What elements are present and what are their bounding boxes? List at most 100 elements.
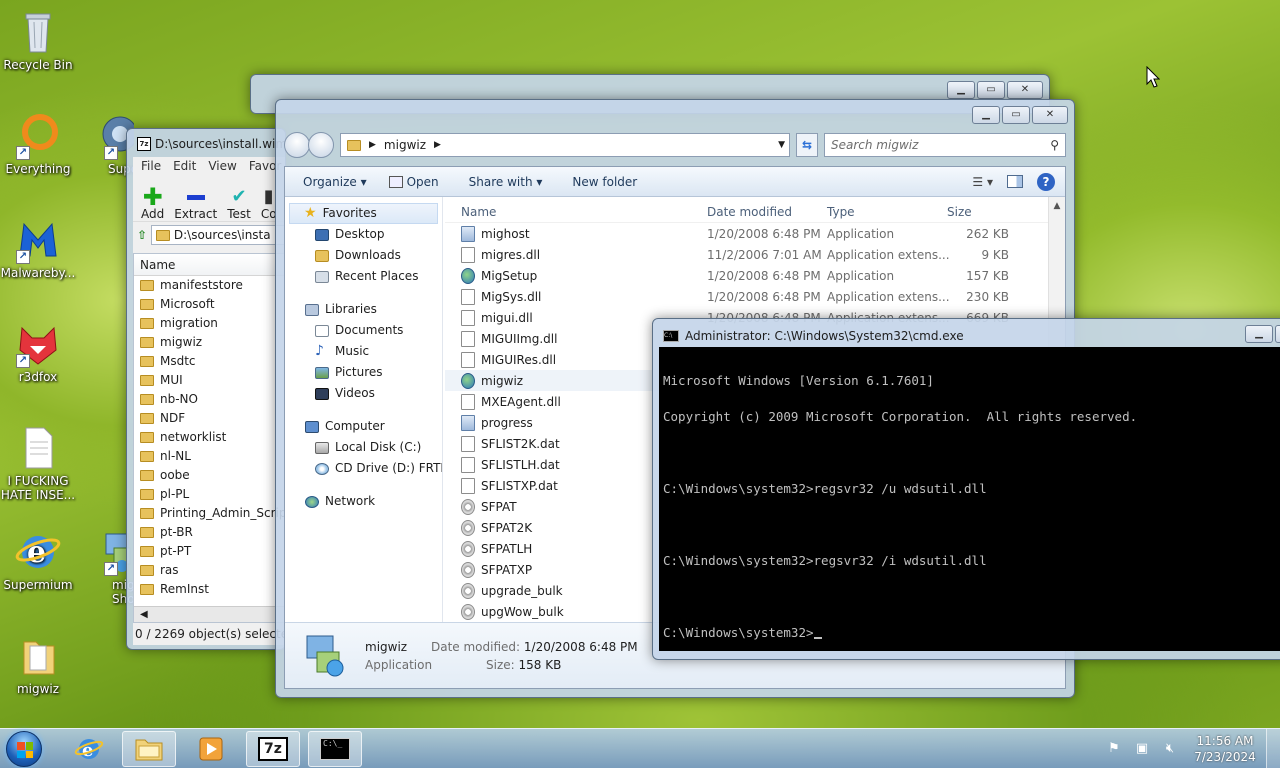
breadcrumb-arrow-icon[interactable]: ▶ <box>369 140 376 150</box>
taskbar-7zip[interactable]: 7z <box>246 731 300 767</box>
desktop-icon-supermium[interactable]: e Supermium <box>0 528 76 592</box>
desktop-icon-r3dfox[interactable]: ↗ r3dfox <box>0 320 76 384</box>
table-row[interactable]: MigSys.dll 1/20/2008 6:48 PM Application e… <box>445 286 1065 307</box>
volume-muted-icon[interactable]: 🔇︎ <box>1162 741 1178 757</box>
minimize-button[interactable]: ▁ <box>947 81 975 99</box>
nav-videos[interactable]: Videos <box>285 383 442 404</box>
list-item[interactable]: Msdtc <box>134 352 284 371</box>
table-row[interactable]: mighost 1/20/2008 6:48 PM Application 262 K… <box>445 223 1065 244</box>
maximize-button[interactable]: ▭ <box>1002 106 1030 124</box>
minimize-button[interactable]: ▁ <box>1245 325 1273 343</box>
list-item[interactable]: pt-BR <box>134 523 284 542</box>
list-item[interactable]: NDF <box>134 409 284 428</box>
table-row[interactable]: migres.dll 11/2/2006 7:01 AM Application e… <box>445 244 1065 265</box>
add-button[interactable]: ✚ Add <box>141 185 164 221</box>
nav-recent-places[interactable]: Recent Places <box>285 266 442 287</box>
folder-icon <box>347 139 361 151</box>
nav-favorites[interactable]: ★ Favorites <box>289 203 438 224</box>
network-icon[interactable]: ▣ <box>1134 741 1150 757</box>
nav-network[interactable]: Network <box>285 491 442 512</box>
address-bar[interactable]: ▶ migwiz ▶ ▼ <box>340 133 790 157</box>
up-folder-icon[interactable]: ⇧ <box>137 228 147 242</box>
desktop-icon-everything[interactable]: ↗ Everything <box>0 112 76 176</box>
file-type: Application <box>827 268 895 283</box>
menu-edit[interactable]: Edit <box>173 159 196 173</box>
breadcrumb-migwiz[interactable]: migwiz <box>384 138 426 152</box>
desktop-icon-text-file[interactable]: I FUCKING HATE INSE... <box>0 424 76 502</box>
breadcrumb-arrow-icon[interactable]: ▶ <box>434 140 441 150</box>
desktop-icon-recycle-bin[interactable]: Recycle Bin <box>0 8 76 72</box>
refresh-button[interactable]: ⇆ <box>796 133 818 157</box>
list-item[interactable]: pt-PT <box>134 542 284 561</box>
close-button[interactable]: ✕ <box>1007 81 1043 99</box>
shortcut-arrow-icon: ↗ <box>16 250 30 264</box>
list-item[interactable]: ras <box>134 561 284 580</box>
forward-button[interactable] <box>308 132 334 158</box>
address-dropdown-icon[interactable]: ▼ <box>778 140 789 150</box>
menu-view[interactable]: View <box>208 159 236 173</box>
nav-computer[interactable]: Computer <box>285 416 442 437</box>
taskbar-cmd[interactable]: C:\_ <box>308 731 362 767</box>
menu-file[interactable]: File <box>141 159 161 173</box>
open-button[interactable]: Open <box>388 175 439 189</box>
clock[interactable]: 11:56 AM 7/23/2024 <box>1184 733 1266 765</box>
list-item[interactable]: RemInst <box>134 580 284 599</box>
share-with-button[interactable]: Share with ▾ <box>469 175 543 189</box>
column-type[interactable]: Type <box>827 205 947 219</box>
close-button[interactable]: ✕ <box>1032 106 1068 124</box>
file-name: MigSetup <box>481 268 538 283</box>
table-row[interactable]: MigSetup 1/20/2008 6:48 PM Application 157 … <box>445 265 1065 286</box>
organize-button[interactable]: Organize ▾ <box>303 175 367 189</box>
7zip-column-name[interactable]: Name <box>134 254 284 276</box>
nav-pictures[interactable]: Pictures <box>285 362 442 383</box>
column-date-modified[interactable]: Date modified <box>707 205 827 219</box>
list-item[interactable]: MUI <box>134 371 284 390</box>
maximize-button[interactable]: ▭ <box>1275 325 1280 343</box>
nav-music[interactable]: ♪ Music <box>285 341 442 362</box>
nav-cd-drive[interactable]: CD Drive (D:) FRTME <box>285 458 442 479</box>
7zip-window[interactable]: 7z D:\sources\install.wim\ File Edit Vie… <box>126 128 291 650</box>
minimize-button[interactable]: ▁ <box>972 106 1000 124</box>
nav-downloads[interactable]: Downloads <box>285 245 442 266</box>
taskbar-explorer[interactable] <box>122 731 176 767</box>
file-icon <box>461 309 475 326</box>
list-item-label: Msdtc <box>160 354 196 368</box>
list-item[interactable]: oobe <box>134 466 284 485</box>
taskbar-ie[interactable]: e <box>62 731 116 767</box>
new-folder-button[interactable]: New folder <box>572 175 637 189</box>
desktop-icon-migwiz-folder[interactable]: migwiz <box>0 632 76 696</box>
start-button[interactable] <box>6 731 42 767</box>
maximize-button[interactable]: ▭ <box>977 81 1005 99</box>
search-input[interactable]: Search migwiz ⚲ <box>824 133 1066 157</box>
nav-local-disk[interactable]: Local Disk (C:) <box>285 437 442 458</box>
action-center-flag-icon[interactable]: ⚑ <box>1106 741 1122 757</box>
nav-libraries[interactable]: Libraries <box>285 299 442 320</box>
list-item[interactable]: migration <box>134 314 284 333</box>
7zip-path-input[interactable]: D:\sources\insta <box>151 224 285 245</box>
show-desktop-button[interactable] <box>1266 729 1280 768</box>
taskbar-media-player[interactable] <box>184 731 238 767</box>
nav-desktop[interactable]: Desktop <box>285 224 442 245</box>
list-item[interactable]: manifeststore <box>134 276 284 295</box>
list-item[interactable]: nl-NL <box>134 447 284 466</box>
test-button[interactable]: ✔ Test <box>227 187 251 222</box>
list-item[interactable]: Microsoft <box>134 295 284 314</box>
list-item[interactable]: migwiz <box>134 333 284 352</box>
list-item[interactable]: nb-NO <box>134 390 284 409</box>
back-button[interactable] <box>284 132 310 158</box>
preview-pane-icon[interactable] <box>1007 175 1023 188</box>
nav-documents[interactable]: Documents <box>285 320 442 341</box>
column-name[interactable]: Name <box>445 205 707 219</box>
help-icon[interactable]: ? <box>1037 172 1055 191</box>
list-item[interactable]: Printing_Admin_Scripts <box>134 504 285 523</box>
extract-button[interactable]: Extract <box>174 187 217 221</box>
cmd-window[interactable]: C:\ Administrator: C:\Windows\System32\c… <box>652 318 1280 660</box>
7zip-horizontal-scrollbar[interactable]: ◀ <box>134 606 284 622</box>
file-name: SFPAT <box>481 499 517 514</box>
console-output[interactable]: Microsoft Windows [Version 6.1.7601] Cop… <box>659 347 1280 651</box>
list-item[interactable]: networklist <box>134 428 284 447</box>
list-item[interactable]: pl-PL <box>134 485 284 504</box>
view-options-icon[interactable]: ☰ ▾ <box>972 175 993 189</box>
column-size[interactable]: Size <box>947 205 1017 219</box>
desktop-icon-malwarebytes[interactable]: ↗ Malwareby... <box>0 216 76 280</box>
